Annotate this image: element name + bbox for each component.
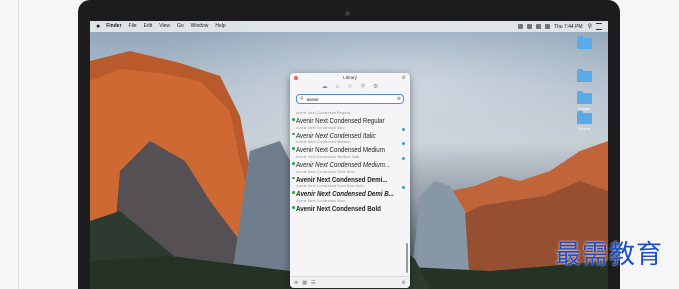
left-divider <box>18 0 19 289</box>
desktop-folder-label: Others <box>577 126 590 131</box>
window-bottom-bar: ⊕ ▦ ☰ ⚙ <box>290 276 410 288</box>
wifi-icon[interactable] <box>535 24 541 29</box>
window-title: Library <box>343 75 357 80</box>
active-font-dot-icon <box>292 132 295 136</box>
font-preview: Avenir Next Condensed Regular <box>296 116 385 125</box>
home-icon[interactable]: ⌂ <box>336 83 340 92</box>
spotlight-icon[interactable]: ⚲ <box>588 23 592 30</box>
desktop-folder[interactable]: Others <box>574 111 594 131</box>
laptop-bezel: ● Finder File Edit View Go Window Help T… <box>78 0 620 289</box>
camera-icon <box>345 11 350 16</box>
menu-go[interactable]: Go <box>177 21 184 32</box>
menu-edit[interactable]: Edit <box>144 21 153 32</box>
font-list-item[interactable]: Avenir Next Condensed Medium Avenir Next … <box>290 140 410 155</box>
folder-icon <box>576 69 592 82</box>
active-font-dot-icon <box>292 176 295 180</box>
menu-extras: Thu 7:44 PM ⚲ <box>517 23 608 30</box>
font-list-item[interactable]: Avenir Next Condensed Italic Avenir Next … <box>290 126 410 141</box>
menu-help[interactable]: Help <box>215 21 225 32</box>
desktop-folder[interactable]: Google <box>574 91 594 111</box>
desktop-folder[interactable] <box>574 36 594 51</box>
menubar-clock[interactable]: Thu 7:44 PM <box>554 24 583 30</box>
font-list-item[interactable]: Avenir Next Condensed Demi Bold Avenir Ne… <box>290 170 410 185</box>
font-preview: Avenir Next Condensed Bold <box>296 204 381 214</box>
apple-logo-icon[interactable]: ● <box>96 21 100 32</box>
menu-finder[interactable]: Finder <box>106 21 121 32</box>
star-icon[interactable]: ☆ <box>347 83 352 92</box>
desktop-folder[interactable] <box>574 69 594 84</box>
settings-icon[interactable]: ⚙ <box>402 280 406 286</box>
menu-file[interactable]: File <box>129 21 137 32</box>
magnifier-icon: ⚲ <box>300 96 304 102</box>
font-list: Avenir Next Condensed Regular Avenir Next… <box>290 111 410 276</box>
menu-view[interactable]: View <box>159 21 170 32</box>
menu-window[interactable]: Window <box>191 21 209 32</box>
watermark-text: 最需教育 <box>555 240 664 270</box>
search-icon[interactable]: ⚲ <box>361 83 365 92</box>
font-list-item[interactable]: Avenir Next Condensed Bold Avenir Next Co… <box>290 199 410 214</box>
font-list-item[interactable]: Avenir Next Condensed Regular Avenir Next… <box>290 111 410 126</box>
font-preview: Avenir Next Condensed Medium... <box>296 160 391 170</box>
search-input[interactable]: ⚲ avenir ⊗ <box>296 94 404 104</box>
font-preview: Avenir Next Condensed Demi... <box>296 174 388 184</box>
folder-icon <box>576 91 592 104</box>
active-font-dot-icon <box>292 147 295 150</box>
grid-icon[interactable]: ▦ <box>302 280 307 286</box>
font-preview: Avenir Next Condensed Demi B... <box>296 189 394 199</box>
cloud-icon[interactable]: ☁ <box>322 83 328 92</box>
font-preview: Avenir Next Condensed Italic <box>296 130 376 140</box>
font-app-icon[interactable] <box>517 24 523 29</box>
add-icon[interactable]: ⊕ <box>294 280 298 286</box>
battery-icon[interactable] <box>544 24 550 29</box>
list-icon[interactable]: ☰ <box>311 280 315 286</box>
notification-center-icon[interactable] <box>596 23 602 30</box>
font-preview: Avenir Next Condensed Medium <box>296 145 385 155</box>
window-titlebar[interactable]: Library ⚙ <box>290 73 410 83</box>
cloud-status-icon[interactable] <box>526 24 532 29</box>
menu-bar: ● Finder File Edit View Go Window Help T… <box>90 21 608 32</box>
active-font-dot-icon <box>292 118 295 121</box>
font-list-item[interactable]: Avenir Next Condensed Demi Bold Italic Av… <box>290 184 410 199</box>
desktop-screen: ● Finder File Edit View Go Window Help T… <box>90 21 608 289</box>
font-library-window: Library ⚙ ☁ ⌂ ☆ ⚲ ⚙ ⚲ avenir ⊗ Avenir Ne… <box>290 73 410 288</box>
favorite-dot-icon <box>402 127 405 131</box>
clear-icon[interactable]: ⊗ <box>397 96 401 102</box>
font-list-item[interactable]: Avenir Next Condensed Medium Italic Aveni… <box>290 155 410 170</box>
folder-icon <box>576 36 592 49</box>
folder-icon <box>576 111 592 124</box>
gear-icon[interactable]: ⚙ <box>373 83 378 92</box>
active-font-dot-icon <box>292 206 295 209</box>
pin-icon[interactable]: ⚙ <box>402 75 406 81</box>
scrollbar[interactable] <box>406 243 408 273</box>
search-value[interactable]: avenir <box>307 97 319 102</box>
active-font-dot-icon <box>292 191 295 194</box>
active-font-dot-icon <box>292 162 295 165</box>
window-toolbar: ☁ ⌂ ☆ ⚲ ⚙ <box>290 83 410 92</box>
